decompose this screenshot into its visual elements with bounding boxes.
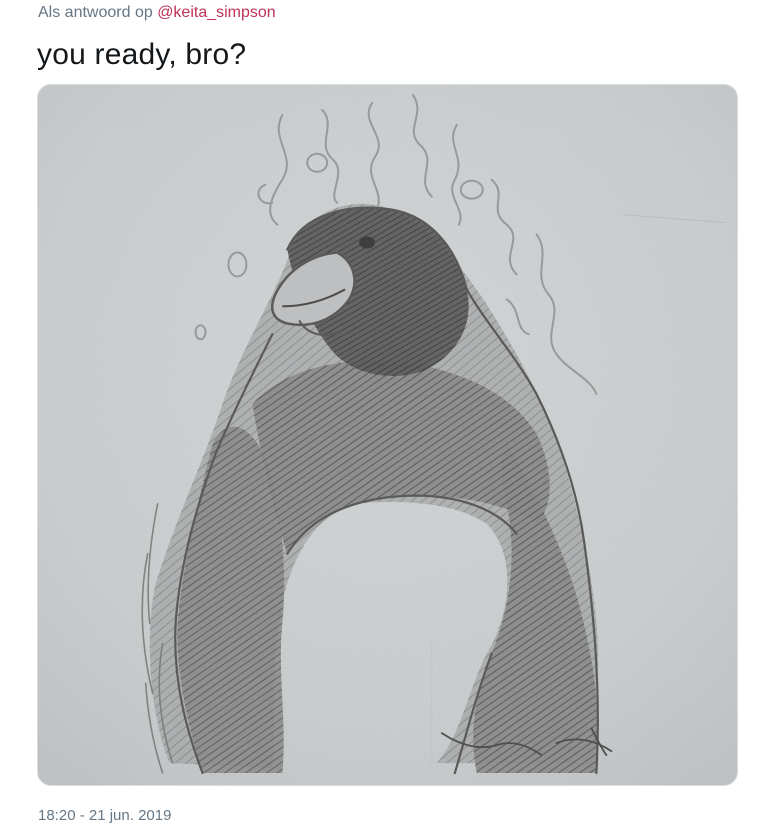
reply-prefix: Als antwoord op bbox=[38, 4, 153, 21]
reply-mention-link[interactable]: @keita_simpson bbox=[157, 4, 276, 21]
tweet-text: you ready, bro? bbox=[37, 38, 247, 71]
tweet-timestamp-link[interactable]: 18:20 - 21 jun. 2019 bbox=[38, 806, 171, 826]
tweet-photo[interactable] bbox=[37, 84, 738, 786]
sketch-image bbox=[38, 85, 737, 785]
reply-context: Als antwoord op @keita_simpson bbox=[38, 3, 276, 23]
